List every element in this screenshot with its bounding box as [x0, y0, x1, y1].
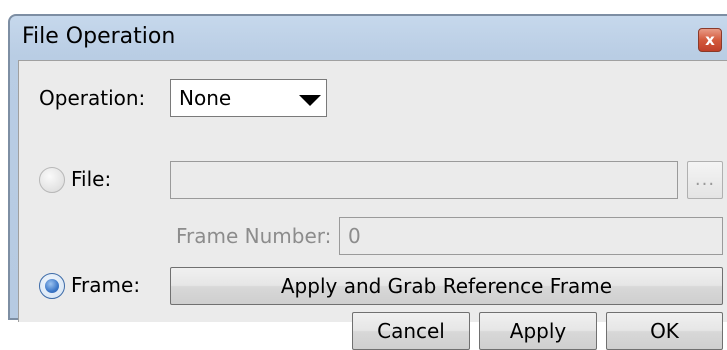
close-button[interactable]: x	[698, 28, 722, 52]
file-label: File:	[71, 167, 112, 191]
file-radio[interactable]	[39, 167, 65, 193]
browse-button[interactable]: ...	[687, 161, 723, 199]
title-bar[interactable]: File Operation x	[10, 16, 727, 60]
operation-selected-value: None	[179, 86, 232, 110]
apply-button[interactable]: Apply	[479, 312, 597, 350]
frame-number-label: Frame Number:	[176, 224, 332, 248]
cancel-button[interactable]: Cancel	[352, 312, 470, 350]
chevron-down-icon	[299, 95, 321, 106]
file-path-field[interactable]	[170, 161, 678, 199]
operation-label: Operation:	[39, 86, 146, 110]
radio-selected-dot	[45, 279, 59, 293]
ok-button[interactable]: OK	[606, 312, 723, 350]
frame-radio[interactable]	[39, 273, 65, 299]
operation-select[interactable]: None	[170, 79, 327, 117]
apply-grab-reference-frame-button[interactable]: Apply and Grab Reference Frame	[170, 267, 723, 305]
dialog-title: File Operation	[22, 24, 176, 49]
dialog-body: Operation: None File: ... Frame Number: …	[18, 60, 727, 350]
frame-label: Frame:	[71, 273, 141, 297]
file-operation-dialog: File Operation x Operation: None File: .…	[8, 14, 727, 350]
frame-number-field[interactable]: 0	[339, 217, 723, 255]
